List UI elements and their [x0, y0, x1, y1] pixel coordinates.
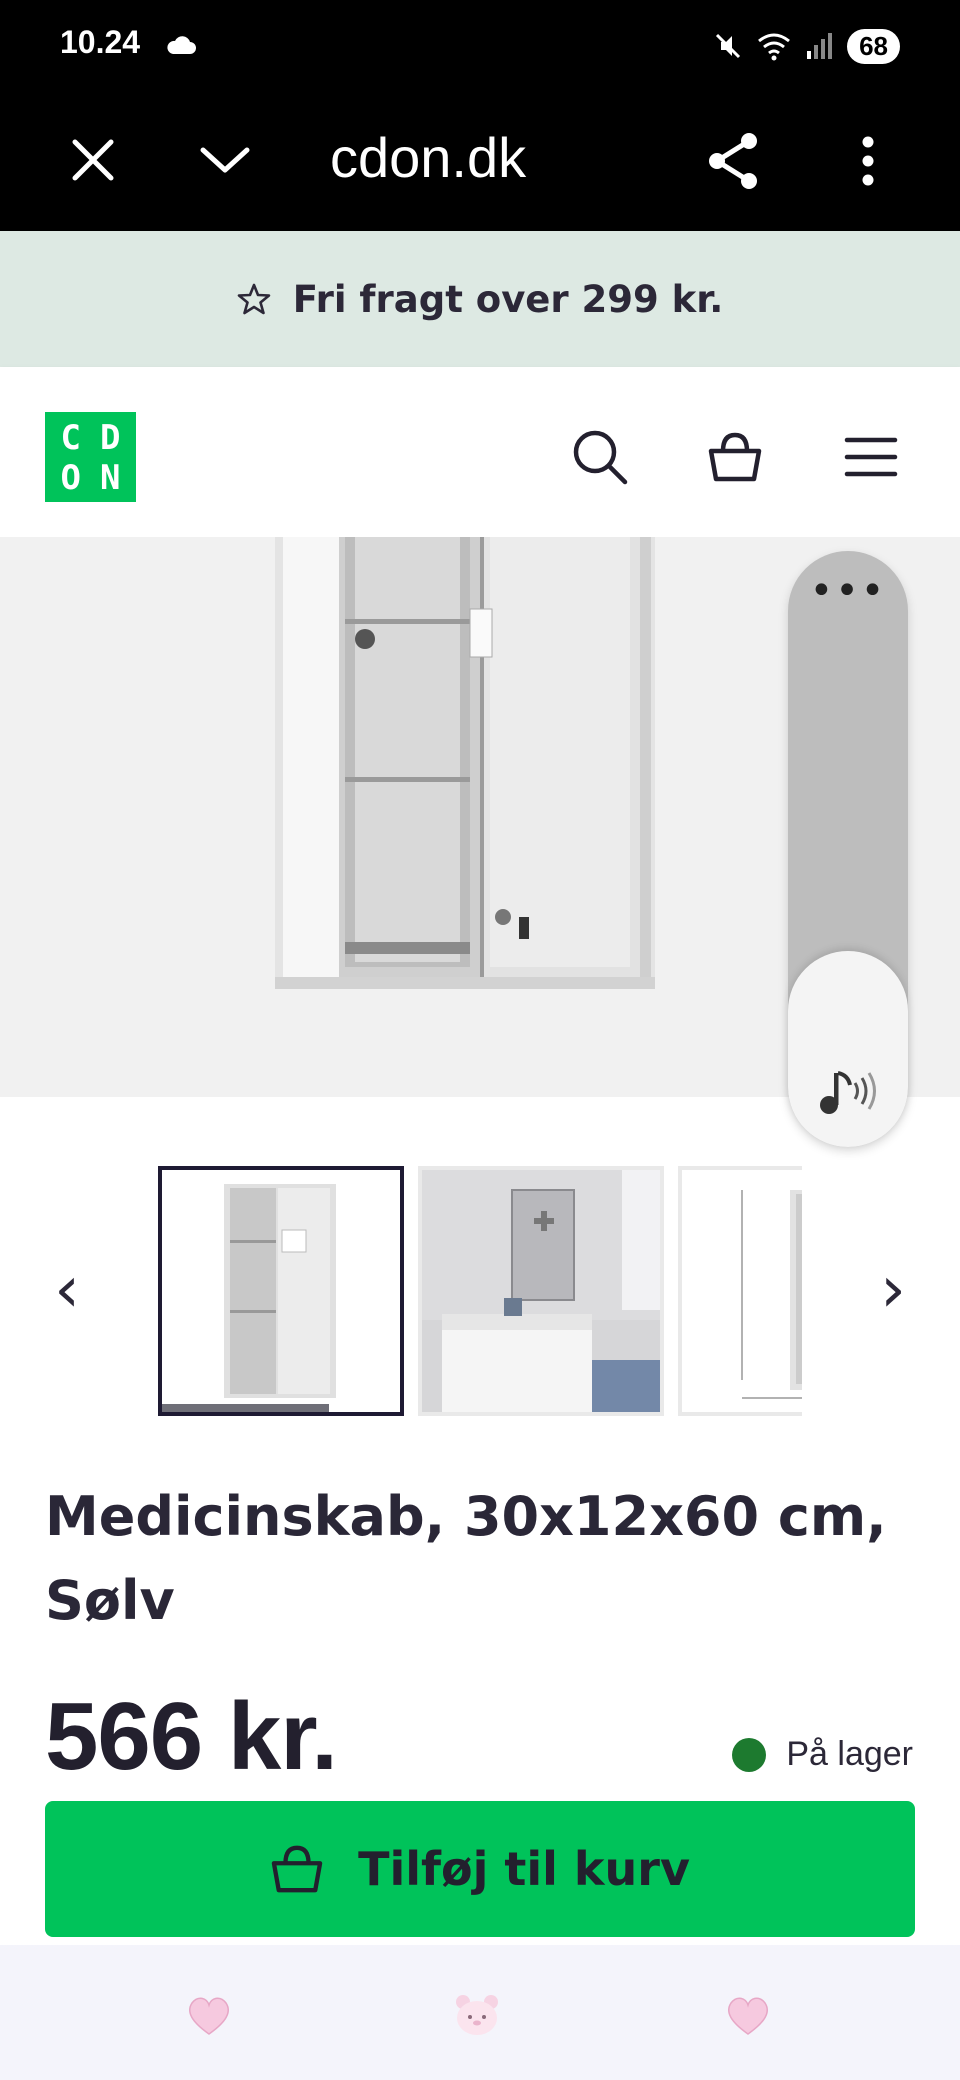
thumbnail-2[interactable] [418, 1166, 664, 1416]
share-icon [709, 133, 757, 189]
more-options-button[interactable] [840, 121, 896, 201]
cloud-icon [167, 36, 196, 54]
cart-button[interactable] [700, 422, 770, 492]
thumbnail-1[interactable] [158, 1166, 404, 1416]
star-icon [237, 283, 270, 315]
wifi-icon [758, 33, 791, 61]
product-title: Medicinskab, 30x12x60 cm, Sølv [45, 1485, 887, 1632]
add-to-cart-button[interactable]: Tilføj til kurv [45, 1801, 915, 1937]
hamburger-menu-icon [844, 437, 898, 477]
browser-toolbar: cdon.dk [0, 95, 960, 231]
bathroom-scene-thumbnail [422, 1170, 660, 1412]
heart-sticker-icon [188, 1997, 230, 2035]
status-bar: 10.24 68 [0, 0, 960, 95]
heart-sticker-icon [727, 1997, 769, 2035]
thumbnail-track [158, 1166, 802, 1416]
cdon-logo[interactable]: C D O N [45, 412, 136, 502]
stock-status-text: På lager [786, 1735, 913, 1773]
status-time: 10.24 [60, 24, 141, 60]
bear-sticker-icon [456, 1995, 498, 2035]
medicine-cabinet-image [275, 537, 655, 992]
status-icons: 68 [713, 26, 900, 66]
battery-indicator: 68 [847, 28, 900, 64]
logo-letter: N [100, 458, 121, 498]
search-icon [573, 430, 628, 485]
chevron-left-icon: ‹ [54, 1253, 80, 1327]
thumbnail-3[interactable] [678, 1166, 802, 1416]
cabinet-dimensions-thumbnail [682, 1170, 802, 1412]
logo-letter: O [60, 458, 81, 498]
thumbnail-carousel: ‹ › [0, 1160, 960, 1420]
thumbnail-progress-bar [162, 1404, 329, 1412]
widget-menu-button[interactable]: ••• [788, 571, 908, 611]
stock-status: På lager [732, 1735, 913, 1774]
menu-button[interactable] [836, 422, 906, 492]
more-vertical-icon [862, 136, 874, 186]
basket-icon [708, 432, 762, 482]
logo-letter: D [100, 418, 121, 458]
shipping-banner: Fri fragt over 299 kr. [0, 231, 960, 367]
url-display[interactable]: cdon.dk [330, 125, 526, 190]
search-button[interactable] [565, 422, 635, 492]
chevron-right-icon: › [880, 1253, 906, 1327]
close-icon [72, 139, 114, 181]
bottom-sticker-bar [0, 1945, 960, 2080]
shipping-banner-text: Fri fragt over 299 kr. [292, 277, 724, 321]
share-button[interactable] [698, 121, 768, 201]
stock-indicator-dot [732, 1737, 767, 1772]
cabinet-front-thumbnail [162, 1170, 400, 1412]
basket-icon [271, 1845, 323, 1893]
mute-icon [716, 33, 741, 59]
collapse-button[interactable] [190, 125, 260, 195]
speaker-music-icon [820, 1071, 876, 1114]
next-image-button[interactable]: › [868, 1250, 918, 1330]
audio-button[interactable] [788, 951, 908, 1147]
close-tab-button[interactable] [58, 125, 128, 195]
logo-letter: C [60, 418, 81, 458]
floating-widget: ••• [788, 551, 908, 1147]
previous-image-button[interactable]: ‹ [42, 1250, 92, 1330]
product-price: 566 kr. [45, 1683, 338, 1790]
chevron-down-icon [200, 147, 250, 173]
add-to-cart-label: Tilføj til kurv [358, 1842, 690, 1896]
signal-icon [807, 33, 833, 59]
site-header: C D O N [0, 367, 960, 537]
